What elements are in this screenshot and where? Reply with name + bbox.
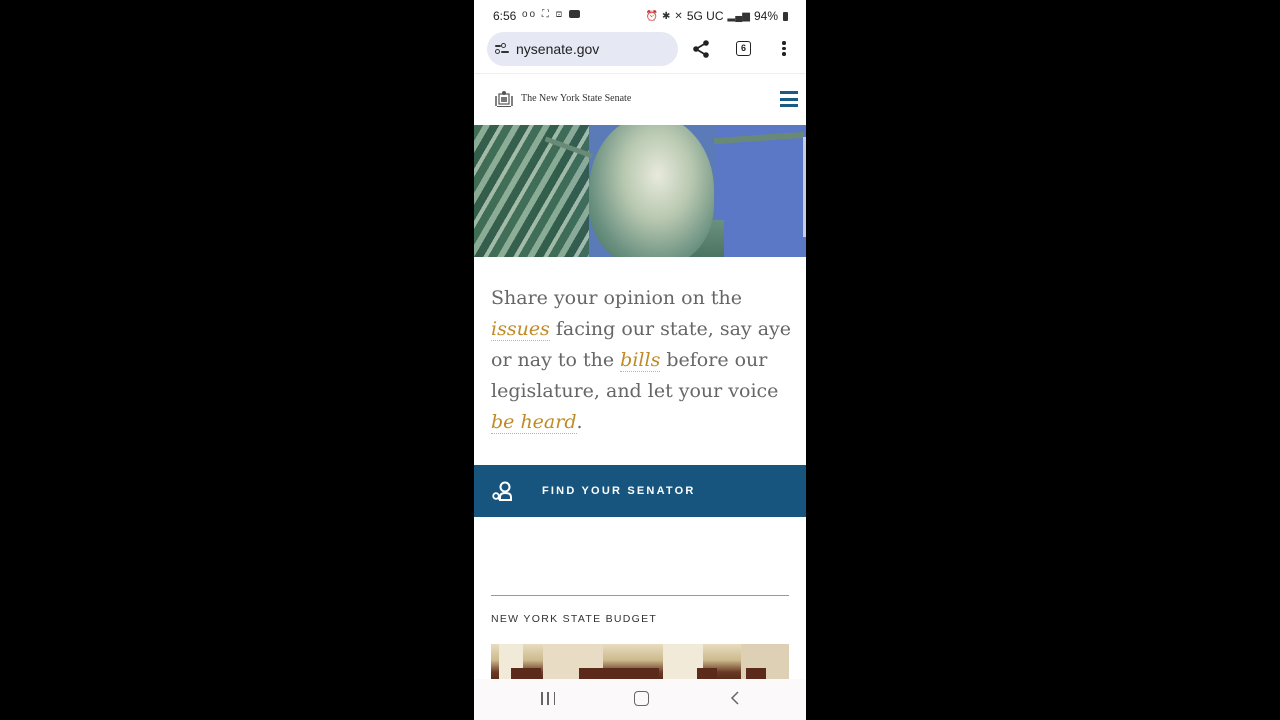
youtube-icon bbox=[568, 10, 580, 19]
budget-image-senate-chamber[interactable] bbox=[491, 644, 789, 684]
scrollbar[interactable] bbox=[803, 137, 806, 237]
browser-toolbar: nysenate.gov 6 bbox=[474, 30, 806, 72]
screenshot-icon: ⛶ bbox=[541, 9, 551, 20]
intro-text-4: . bbox=[576, 411, 583, 433]
site-name[interactable]: The New York State Senate bbox=[521, 93, 631, 104]
network-type: 5G UC bbox=[686, 9, 724, 23]
be-heard-link[interactable]: be heard bbox=[491, 411, 577, 434]
battery-level: 94% bbox=[753, 9, 778, 23]
status-time: 6:56 bbox=[493, 9, 517, 23]
menu-icon[interactable] bbox=[780, 91, 798, 107]
find-senator-icon bbox=[492, 481, 512, 501]
hero-image-statue-of-liberty bbox=[474, 125, 806, 257]
mute-icon: ✕ bbox=[674, 10, 683, 22]
bluetooth-icon: ✱ bbox=[662, 10, 671, 22]
site-settings-icon[interactable] bbox=[495, 43, 509, 55]
notification-icons: oo ⛶ ⊡ bbox=[522, 9, 580, 20]
home-icon[interactable] bbox=[634, 691, 649, 706]
status-right: ⏰ ✱ ✕ 5G UC ▂▄▆ 94% bbox=[646, 9, 788, 23]
find-your-senator-button[interactable]: FIND YOUR SENATOR bbox=[474, 465, 806, 517]
tab-switcher-button[interactable]: 6 bbox=[736, 41, 751, 56]
state-seal-logo[interactable] bbox=[495, 90, 513, 108]
url-text[interactable]: nysenate.gov bbox=[516, 41, 599, 57]
recent-apps-icon[interactable] bbox=[541, 692, 555, 705]
more-options-icon[interactable] bbox=[780, 41, 788, 59]
site-header: The New York State Senate bbox=[474, 73, 806, 125]
find-your-senator-label: FIND YOUR SENATOR bbox=[542, 485, 696, 497]
intro-text: Share your opinion on the issues facing … bbox=[491, 283, 791, 438]
screen-record-icon: ⊡ bbox=[555, 9, 565, 20]
address-bar[interactable]: nysenate.gov bbox=[487, 32, 678, 66]
back-icon[interactable] bbox=[730, 691, 740, 705]
alarm-icon: ⏰ bbox=[645, 10, 659, 22]
issues-link[interactable]: issues bbox=[491, 318, 550, 341]
voicemail-icon: oo bbox=[522, 9, 538, 20]
phone-screen: 6:56 oo ⛶ ⊡ ⏰ ✱ ✕ 5G UC ▂▄▆ 94% nysenate… bbox=[474, 0, 806, 720]
section-title-budget[interactable]: NEW YORK STATE BUDGET bbox=[491, 613, 657, 625]
battery-icon bbox=[783, 11, 788, 21]
bills-link[interactable]: bills bbox=[620, 349, 661, 372]
signal-icon: ▂▄▆ bbox=[727, 10, 750, 22]
share-icon[interactable] bbox=[691, 39, 711, 59]
status-bar: 6:56 oo ⛶ ⊡ ⏰ ✱ ✕ 5G UC ▂▄▆ 94% bbox=[474, 0, 806, 30]
intro-text-1: Share your opinion on the bbox=[491, 287, 743, 309]
section-divider bbox=[491, 595, 789, 596]
system-navigation-bar bbox=[474, 679, 806, 720]
